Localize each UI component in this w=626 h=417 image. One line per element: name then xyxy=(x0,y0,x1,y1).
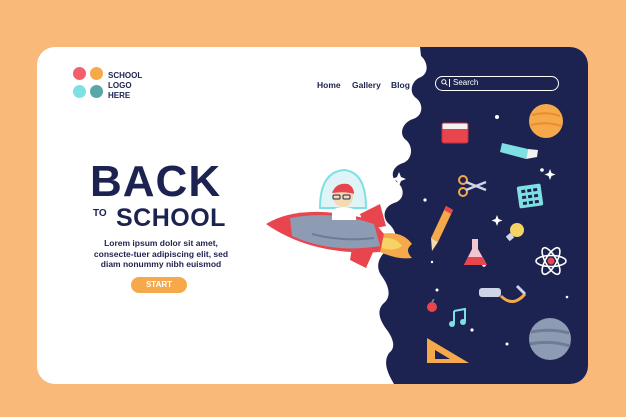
logo-text: SCHOOL LOGO HERE xyxy=(108,71,143,100)
glue-tube-icon xyxy=(500,143,538,159)
search-icon xyxy=(441,79,448,86)
apple-icon xyxy=(427,299,437,312)
search-input[interactable]: Search xyxy=(435,76,559,91)
landing-card: SCHOOL LOGO HERE Home Gallery Blog Searc… xyxy=(37,47,588,384)
hero-description: Lorem ipsum dolor sit amet, consecte-tue… xyxy=(93,238,229,269)
hero-title-back: BACK xyxy=(90,157,222,206)
start-button[interactable]: START xyxy=(131,277,187,293)
microscope-icon xyxy=(479,284,527,303)
set-square-icon xyxy=(427,338,469,363)
nav-gallery-link[interactable]: Gallery xyxy=(352,80,381,90)
search-placeholder: Search xyxy=(453,78,479,87)
flask-icon xyxy=(464,239,487,265)
rocket-ship-illustration xyxy=(266,168,412,268)
light-bulb-icon xyxy=(505,223,524,242)
logo-dot-cyan xyxy=(73,85,86,98)
atom-icon xyxy=(535,246,567,276)
logo-dot-red xyxy=(73,67,86,80)
search-divider xyxy=(449,79,450,87)
hero-title-school: SCHOOL xyxy=(116,204,226,232)
school-logo[interactable]: SCHOOL LOGO HERE xyxy=(73,67,153,107)
logo-dot-teal xyxy=(90,85,103,98)
nav-blog-link[interactable]: Blog xyxy=(391,80,410,90)
scissors-icon xyxy=(458,175,487,197)
music-note-icon xyxy=(449,307,466,327)
logo-dot-orange xyxy=(90,67,103,80)
book-icon xyxy=(441,122,469,144)
calculator-icon xyxy=(516,183,544,209)
planet-orange-icon xyxy=(529,104,563,138)
nav-home-link[interactable]: Home xyxy=(317,80,341,90)
hero-title-to: TO xyxy=(93,208,107,219)
planet-gray-icon xyxy=(529,318,571,360)
